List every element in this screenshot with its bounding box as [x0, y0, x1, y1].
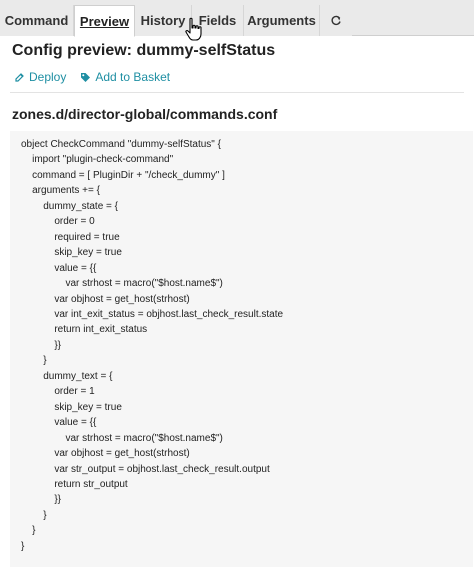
tab-arguments[interactable]: Arguments [244, 5, 320, 36]
refresh-icon [331, 15, 341, 25]
code-line: }} [21, 339, 62, 351]
file-title: zones.d/director-global/commands.conf [12, 106, 278, 122]
code-line: return str_output [21, 478, 128, 490]
code-block: object CheckCommand "dummy-selfStatus" {… [10, 131, 473, 567]
code-line: return int_exit_status [21, 324, 148, 336]
tab-command[interactable]: Command [0, 5, 74, 36]
code-line: var strhost = macro("$host.name$") [21, 278, 223, 290]
code-line: var strhost = macro("$host.name$") [21, 432, 223, 444]
refresh-button[interactable] [320, 5, 352, 36]
page-title: Config preview: dummy-selfStatus [12, 42, 276, 59]
code-line: skip_key = true [21, 247, 122, 259]
code-line: } [21, 355, 47, 367]
code-line: object CheckCommand "dummy-selfStatus" { [21, 139, 221, 150]
code-line: } [21, 540, 25, 552]
code-line: required = true [21, 231, 120, 243]
code-line: skip_key = true [21, 401, 122, 413]
code-line: } [21, 525, 36, 537]
code-line: var objhost = get_host(strhost) [21, 293, 190, 305]
divider [10, 92, 464, 93]
code-line: arguments += { [21, 185, 100, 197]
code-line: var str_output = objhost.last_check_resu… [21, 463, 270, 475]
code-line: order = 1 [21, 386, 95, 398]
code-line: } [21, 509, 47, 521]
tag-icon [81, 72, 91, 82]
tab-bar: Command Preview History Fields Arguments [0, 0, 474, 37]
code-line: value = {{ [21, 262, 97, 274]
code-line: dummy_state = { [21, 200, 118, 212]
deploy-button[interactable]: Deploy [14, 70, 66, 84]
code-line: command = [ PluginDir + "/check_dummy" ] [21, 169, 225, 181]
code-line: import "plugin-check-command" [21, 154, 174, 166]
code-line: value = {{ [21, 417, 97, 429]
hand-cursor-icon [185, 17, 202, 41]
code-line: dummy_text = { [21, 370, 113, 382]
deploy-icon [15, 72, 24, 82]
code-line: }} [21, 494, 62, 506]
tab-preview[interactable]: Preview [74, 5, 135, 37]
add-to-basket-button[interactable]: Add to Basket [80, 70, 170, 84]
action-bar: Deploy Add to Basket [14, 70, 170, 84]
code-line: var objhost = get_host(strhost) [21, 448, 190, 460]
code-line: order = 0 [21, 216, 95, 228]
code-line: var int_exit_status = objhost.last_check… [21, 308, 284, 320]
